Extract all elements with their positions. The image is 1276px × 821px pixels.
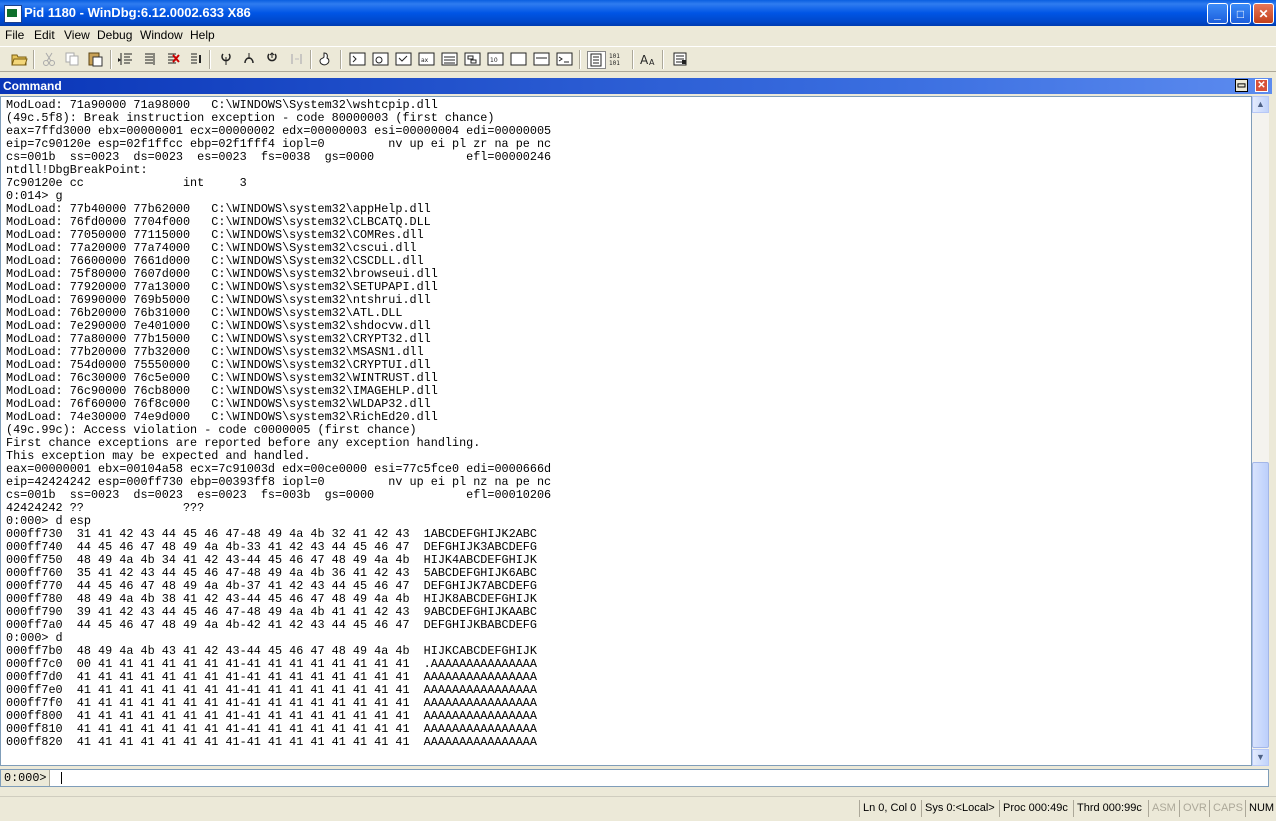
watch-window-icon[interactable] <box>372 51 389 67</box>
paste-icon[interactable] <box>87 51 104 67</box>
command-input-bar: 0:000> <box>0 769 1269 787</box>
status-thrd: Thrd 000:99c <box>1073 800 1142 817</box>
windbg-app-icon[interactable] <box>4 5 22 23</box>
step-into-icon[interactable] <box>218 51 235 67</box>
locals-window-icon[interactable] <box>395 51 412 67</box>
cut-icon[interactable] <box>41 51 58 67</box>
status-bar: Ln 0, Col 0 Sys 0:<Local> Proc 000:49c T… <box>0 796 1276 821</box>
status-num: NUM <box>1245 800 1274 817</box>
svg-text:A: A <box>649 58 655 67</box>
command-window-title: Command <box>3 79 62 93</box>
svg-text:10: 10 <box>490 57 498 64</box>
status-proc: Proc 000:49c <box>999 800 1068 817</box>
processes-threads-icon[interactable] <box>533 51 550 67</box>
menu-view[interactable]: View <box>64 28 90 42</box>
menu-edit[interactable]: Edit <box>34 28 55 42</box>
command-window-icon[interactable] <box>349 51 366 67</box>
restart-icon[interactable] <box>141 51 158 67</box>
disassembly-icon[interactable]: 10 <box>487 51 504 67</box>
step-out-icon[interactable] <box>264 51 281 67</box>
copy-icon[interactable] <box>64 51 81 67</box>
close-command-window-icon[interactable]: ✕ <box>1255 79 1268 92</box>
source-window-icon[interactable] <box>556 51 573 67</box>
status-sys: Sys 0:<Local> <box>921 800 995 817</box>
menu-debug[interactable]: Debug <box>97 28 132 42</box>
source-mode-on-icon[interactable] <box>587 51 606 69</box>
step-over-icon[interactable] <box>241 51 258 67</box>
status-asm: ASM <box>1148 800 1176 817</box>
maximize-button[interactable]: □ <box>1230 3 1251 24</box>
scratch-pad-icon[interactable] <box>510 51 527 67</box>
status-ln-col: Ln 0, Col 0 <box>859 800 916 817</box>
dock-icon[interactable]: ▭ <box>1235 79 1248 92</box>
menu-file[interactable]: File <box>5 28 24 42</box>
window-titlebar[interactable]: Pid 1180 - WinDbg:6.12.0002.633 X86 _ □ … <box>0 0 1276 26</box>
command-output[interactable]: ModLoad: 71a90000 71a98000 C:\WINDOWS\Sy… <box>0 96 1252 766</box>
close-button[interactable]: ✕ <box>1253 3 1274 24</box>
open-icon[interactable] <box>11 51 28 67</box>
svg-text:101: 101 <box>609 53 620 60</box>
options-icon[interactable] <box>672 51 689 67</box>
font-icon[interactable]: AA <box>640 51 657 67</box>
scroll-down-icon[interactable]: ▼ <box>1252 749 1269 766</box>
registers-window-icon[interactable]: ax <box>418 51 435 67</box>
vertical-scrollbar[interactable]: ▲ ▼ <box>1252 96 1269 766</box>
go-icon[interactable] <box>118 51 135 67</box>
svg-text:A: A <box>640 53 649 67</box>
source-mode-icon[interactable] <box>318 51 335 67</box>
command-window-titlebar[interactable]: Command ▭ ✕ <box>0 78 1272 94</box>
svg-text:ax: ax <box>421 57 429 64</box>
status-caps: CAPS <box>1209 800 1243 817</box>
break-icon[interactable] <box>187 51 204 67</box>
menu-help[interactable]: Help <box>190 28 215 42</box>
menu-bar: File Edit View Debug Window Help <box>0 26 1276 45</box>
scroll-up-icon[interactable]: ▲ <box>1252 96 1269 113</box>
command-input[interactable] <box>63 771 1263 785</box>
memory-window-icon[interactable] <box>441 51 458 67</box>
scroll-thumb[interactable] <box>1252 462 1269 748</box>
minimize-button[interactable]: _ <box>1207 3 1228 24</box>
stop-debugging-icon[interactable] <box>164 51 181 67</box>
command-prompt: 0:000> <box>1 770 51 786</box>
call-stack-icon[interactable] <box>464 51 481 67</box>
hex-display-icon[interactable]: 101 101 <box>609 51 626 67</box>
text-caret <box>61 772 62 784</box>
toolbar: ax 10 101 101 AA <box>0 46 1276 72</box>
menu-window[interactable]: Window <box>140 28 183 42</box>
window-title: Pid 1180 - WinDbg:6.12.0002.633 X86 <box>24 5 251 20</box>
svg-text:101: 101 <box>609 60 620 67</box>
status-ovr: OVR <box>1179 800 1207 817</box>
run-to-cursor-icon[interactable] <box>288 51 305 67</box>
command-output-text: ModLoad: 71a90000 71a98000 C:\WINDOWS\Sy… <box>6 98 552 749</box>
